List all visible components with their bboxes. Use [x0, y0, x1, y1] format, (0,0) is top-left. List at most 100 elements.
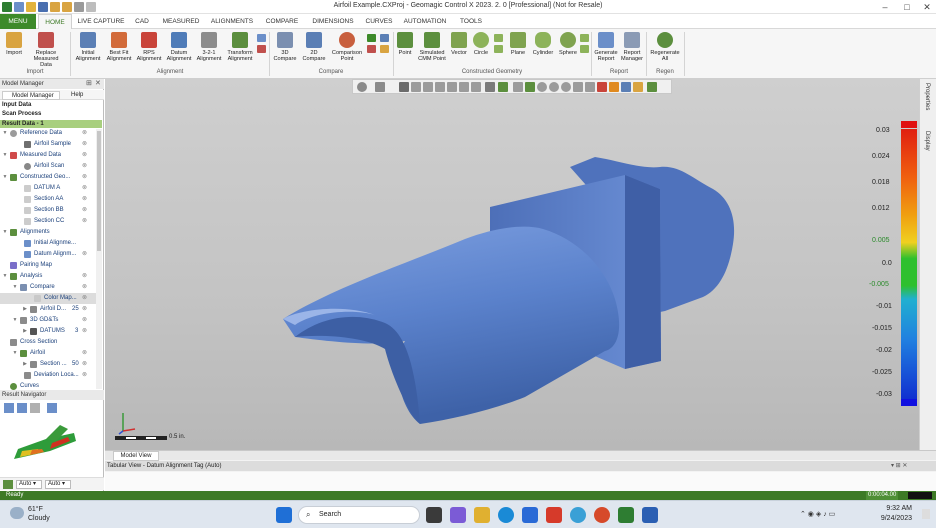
tree-item-constructed-geometry[interactable]: ▼ Constructed Geo... ⊗: [0, 172, 98, 183]
view-top-icon[interactable]: [459, 82, 469, 92]
tree-item-section-bb[interactable]: Section BB ⊗: [0, 205, 98, 216]
tab-curves[interactable]: CURVES: [362, 14, 396, 29]
tab-model-view[interactable]: Model View: [113, 451, 159, 461]
view-selection-icon[interactable]: [498, 82, 508, 92]
taskbar-search[interactable]: ⌕ Search: [298, 506, 420, 524]
tree-item-datums[interactable]: ▶ DATUMS 3 ⊗: [0, 326, 98, 337]
simulated-cmm-point-button[interactable]: Simulated CMM Point: [416, 32, 448, 62]
tree-item-measured-data[interactable]: ▼ Measured Data ⊗: [0, 150, 98, 161]
chrome-icon[interactable]: [594, 507, 610, 523]
nav-tool-icon[interactable]: [17, 403, 27, 413]
auto-select-a[interactable]: Auto ▾: [16, 480, 42, 489]
small-compare-icon[interactable]: [380, 45, 389, 53]
small-compare-icon[interactable]: [367, 34, 376, 42]
import-button[interactable]: Import: [1, 32, 27, 56]
view-paint-icon[interactable]: [597, 82, 607, 92]
view-box-icon[interactable]: [375, 82, 385, 92]
view-shaded-icon[interactable]: [525, 82, 535, 92]
teams-icon[interactable]: [450, 507, 466, 523]
model-viewport[interactable]: 0.5 in. 0.03 0.024 0.018 0.012 0.005 0.0…: [105, 79, 919, 462]
best-fit-alignment-button[interactable]: Best Fit Alignment: [104, 32, 134, 62]
tree-item-airfoil-sample[interactable]: Airfoil Sample ⊗: [0, 139, 98, 150]
tab-alignments[interactable]: ALIGNMENTS: [208, 14, 256, 29]
small-geometry-icon[interactable]: [580, 34, 589, 42]
sphere-button[interactable]: Sphere: [557, 32, 579, 56]
weather-icon[interactable]: [10, 507, 24, 519]
datum-alignment-button[interactable]: Datum Alignment: [164, 32, 194, 62]
2d-compare-button[interactable]: 2D Compare: [300, 32, 328, 62]
nav-tool-icon[interactable]: [4, 403, 14, 413]
rps-alignment-button[interactable]: RPS Alignment: [135, 32, 163, 62]
regenerate-all-button[interactable]: Regenerate All: [648, 32, 682, 62]
tree-item-analysis[interactable]: ▼ Analysis ⊗: [0, 271, 98, 282]
3-2-1-alignment-button[interactable]: 3-2-1 Alignment: [195, 32, 223, 62]
tree-item-datum-alignment[interactable]: Datum Alignm... ⊗: [0, 249, 98, 260]
pin-icon[interactable]: ⊞: [86, 79, 92, 87]
auto-select-b[interactable]: Auto ▾: [45, 480, 71, 489]
tree-item-deviation-location[interactable]: Deviation Loca... ⊗: [0, 370, 98, 381]
replace-measured-data-button[interactable]: Replace Measured Data: [30, 32, 62, 68]
tree-item-airfoil-deviation[interactable]: ▶ Airfoil D... 25 ⊗: [0, 304, 98, 315]
tab-cad[interactable]: CAD: [130, 14, 154, 29]
properties-tab[interactable]: Properties: [924, 83, 930, 110]
view-light-icon[interactable]: [621, 82, 631, 92]
view-bottom-icon[interactable]: [471, 82, 481, 92]
tree-item-initial-alignment[interactable]: Initial Alignme...: [0, 238, 98, 249]
tree-item-section-cc[interactable]: Section CC ⊗: [0, 216, 98, 227]
transform-alignment-button[interactable]: Transform Alignment: [224, 32, 256, 62]
tab-compare[interactable]: COMPARE: [262, 14, 302, 29]
tree-scrollbar[interactable]: [96, 129, 102, 389]
navigator-icon[interactable]: [3, 480, 13, 489]
display-tab[interactable]: Display: [924, 131, 930, 151]
circle-button[interactable]: Circle: [470, 32, 492, 56]
view-iso-icon[interactable]: [399, 82, 409, 92]
nav-tool-icon[interactable]: [30, 403, 40, 413]
generate-report-button[interactable]: Generate Report: [593, 32, 619, 62]
tree-item-airfoil[interactable]: ▼ Airfoil ⊗: [0, 348, 98, 359]
tab-help[interactable]: Help: [62, 91, 83, 100]
notification-icon[interactable]: [922, 509, 930, 519]
view-clip-icon[interactable]: [537, 82, 547, 92]
view-fit-icon[interactable]: [573, 82, 583, 92]
tree-item-3d-gdts[interactable]: ▼ 3D GD&Ts ⊗: [0, 315, 98, 326]
tab-automation[interactable]: AUTOMATION: [400, 14, 450, 29]
vector-button[interactable]: Vector: [449, 32, 469, 56]
colorbar[interactable]: [901, 129, 917, 399]
control-x-icon[interactable]: [618, 507, 634, 523]
tree-item-datum-a[interactable]: DATUM A ⊗: [0, 183, 98, 194]
app-red-icon[interactable]: [546, 507, 562, 523]
tabular-view-controls[interactable]: ▾ ⊞ ✕: [891, 462, 907, 469]
view-line-icon[interactable]: [513, 82, 523, 92]
section-result-data[interactable]: Result Data - 1: [0, 120, 102, 128]
tree-item-color-map[interactable]: Color Map... ⊗: [0, 293, 98, 304]
tree-item-section[interactable]: ▶ Section ... 50 ⊗: [0, 359, 98, 370]
tree-item-compare[interactable]: ▼ Compare ⊗: [0, 282, 98, 293]
tree-item-airfoil-scan[interactable]: Airfoil Scan ⊗: [0, 161, 98, 172]
view-grid-icon[interactable]: [485, 82, 495, 92]
tree-item-reference-data[interactable]: ▼ Reference Data ⊗: [0, 128, 98, 139]
tree-item-alignments[interactable]: ▼ Alignments: [0, 227, 98, 238]
small-geometry-icon[interactable]: [494, 34, 503, 42]
tab-live-capture[interactable]: LIVE CAPTURE: [76, 14, 126, 29]
tabular-view-header[interactable]: Tabular View - Datum Alignment Tag (Auto…: [105, 461, 936, 471]
tray-icons[interactable]: ⌃ ◉ ◈ ♪ ▭: [800, 510, 835, 518]
tree-item-pairing-map[interactable]: Pairing Map: [0, 260, 98, 271]
view-target-icon[interactable]: [549, 82, 559, 92]
edge-icon[interactable]: [498, 507, 514, 523]
tab-measured[interactable]: MEASURED: [160, 14, 202, 29]
tree-item-section-aa[interactable]: Section AA ⊗: [0, 194, 98, 205]
small-compare-icon[interactable]: [380, 34, 389, 42]
tab-model-manager[interactable]: Model Manager: [2, 91, 60, 100]
view-left-icon[interactable]: [435, 82, 445, 92]
initial-alignment-button[interactable]: Initial Alignment: [73, 32, 103, 62]
task-view-icon[interactable]: [426, 507, 442, 523]
small-tool-icon[interactable]: [257, 45, 266, 53]
airfoil-model[interactable]: [105, 79, 919, 462]
view-lasso-icon[interactable]: [585, 82, 595, 92]
store-icon[interactable]: [522, 507, 538, 523]
minimize-button[interactable]: –: [878, 1, 892, 13]
maximize-button[interactable]: □: [900, 1, 914, 13]
view-rotate-icon[interactable]: [357, 82, 367, 92]
view-front-icon[interactable]: [411, 82, 421, 92]
small-compare-icon[interactable]: [367, 45, 376, 53]
